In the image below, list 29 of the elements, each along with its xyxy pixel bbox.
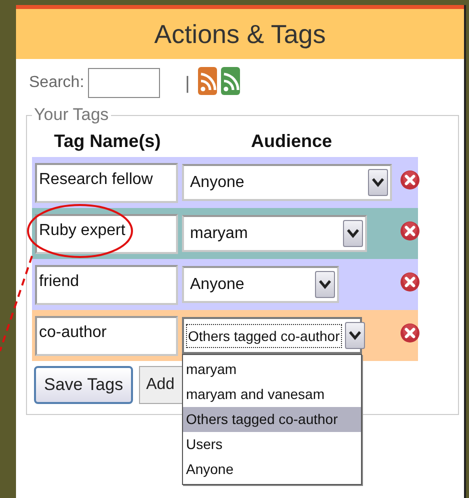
dropdown-option[interactable]: Users <box>183 432 361 457</box>
audience-dropdown[interactable]: maryam <box>182 215 367 252</box>
tag-name-field[interactable]: friend <box>35 264 178 304</box>
dropdown-option[interactable]: Anyone <box>183 457 361 482</box>
dropdown-option[interactable]: Others tagged co-author <box>183 407 361 432</box>
chevron-down-icon <box>348 331 361 340</box>
delete-icon[interactable] <box>400 221 420 241</box>
audience-dropdown[interactable]: Others tagged co-author <box>182 317 362 354</box>
rss-icon[interactable] <box>220 66 240 94</box>
audience-dropdown[interactable]: Anyone <box>182 266 339 303</box>
column-header: Audience <box>251 130 332 152</box>
save-button[interactable]: Save Tags <box>34 366 134 404</box>
tag-name-field[interactable]: Ruby expert <box>35 214 178 254</box>
delete-icon[interactable] <box>400 170 420 190</box>
tag-name-field[interactable]: co-author <box>35 316 178 356</box>
delete-icon[interactable] <box>400 272 420 292</box>
chevron-down-icon <box>372 178 384 187</box>
tag-name-field[interactable]: Research fellow <box>35 162 178 202</box>
chevron-down-icon <box>347 229 359 238</box>
search-field[interactable] <box>88 68 160 98</box>
fieldset-legend: Your Tags <box>32 105 111 125</box>
panel-title: Actions & Tags <box>154 18 326 50</box>
delete-icon[interactable] <box>400 323 420 343</box>
separator: | <box>185 72 190 94</box>
rss-icon[interactable] <box>198 66 217 94</box>
search-label: Search: <box>29 74 84 92</box>
column-header: Tag Name(s) <box>54 130 162 152</box>
audience-dropdown[interactable]: Anyone <box>182 164 392 201</box>
chevron-down-icon <box>319 280 331 289</box>
